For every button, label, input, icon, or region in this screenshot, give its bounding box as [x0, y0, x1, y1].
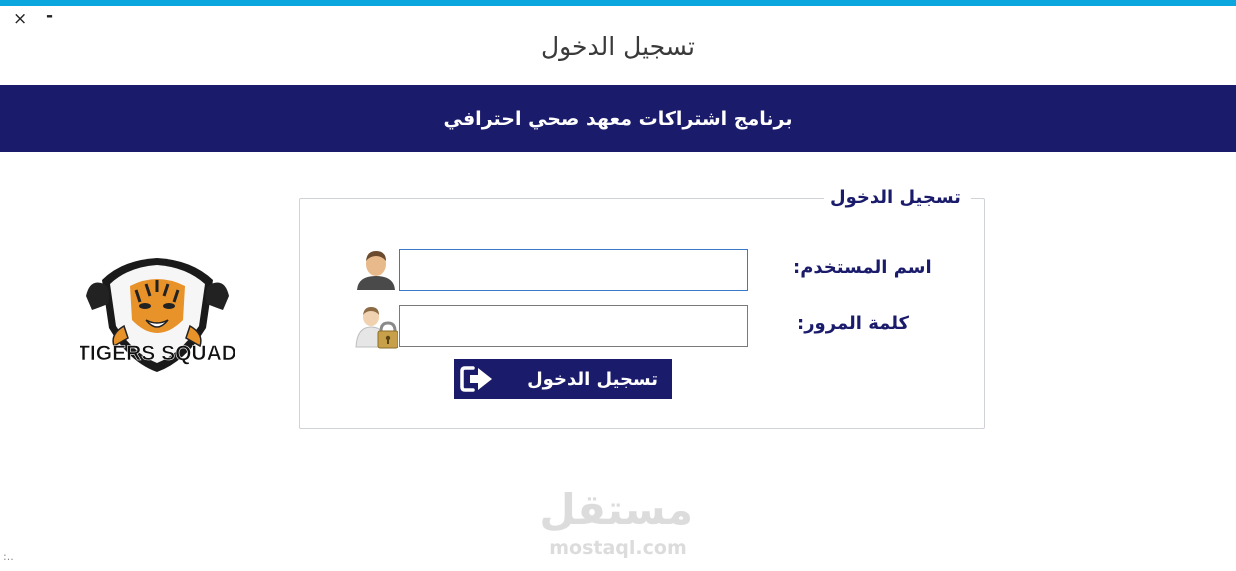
header-banner: برنامج اشتراكات معهد صحي احترافي	[0, 85, 1236, 152]
banner-title: برنامج اشتراكات معهد صحي احترافي	[443, 107, 793, 130]
watermark-url: mostaql.com	[549, 537, 687, 559]
login-button-label: تسجيل الدخول	[527, 368, 658, 390]
login-button[interactable]: تسجيل الدخول	[454, 359, 672, 399]
resize-grip[interactable]: :..	[3, 550, 14, 563]
user-lock-icon	[355, 307, 398, 349]
window-title: تسجيل الدخول	[540, 32, 696, 61]
user-icon	[357, 251, 395, 290]
watermark-logo: مستقل	[539, 485, 693, 534]
minimize-button[interactable]: -	[46, 6, 53, 26]
window-accent-bar	[0, 0, 1236, 6]
username-input[interactable]	[399, 249, 748, 291]
close-button[interactable]: ×	[13, 9, 27, 29]
tiger-logo: TIGERS SQUAD	[80, 258, 235, 372]
password-input[interactable]	[399, 305, 748, 347]
sign-in-arrow-icon	[460, 366, 492, 392]
password-label: كلمة المرور:	[797, 313, 910, 334]
username-label: اسم المستخدم:	[793, 257, 932, 278]
logo-text: TIGERS SQUAD	[80, 342, 235, 365]
login-group-legend: تسجيل الدخول	[824, 186, 971, 210]
